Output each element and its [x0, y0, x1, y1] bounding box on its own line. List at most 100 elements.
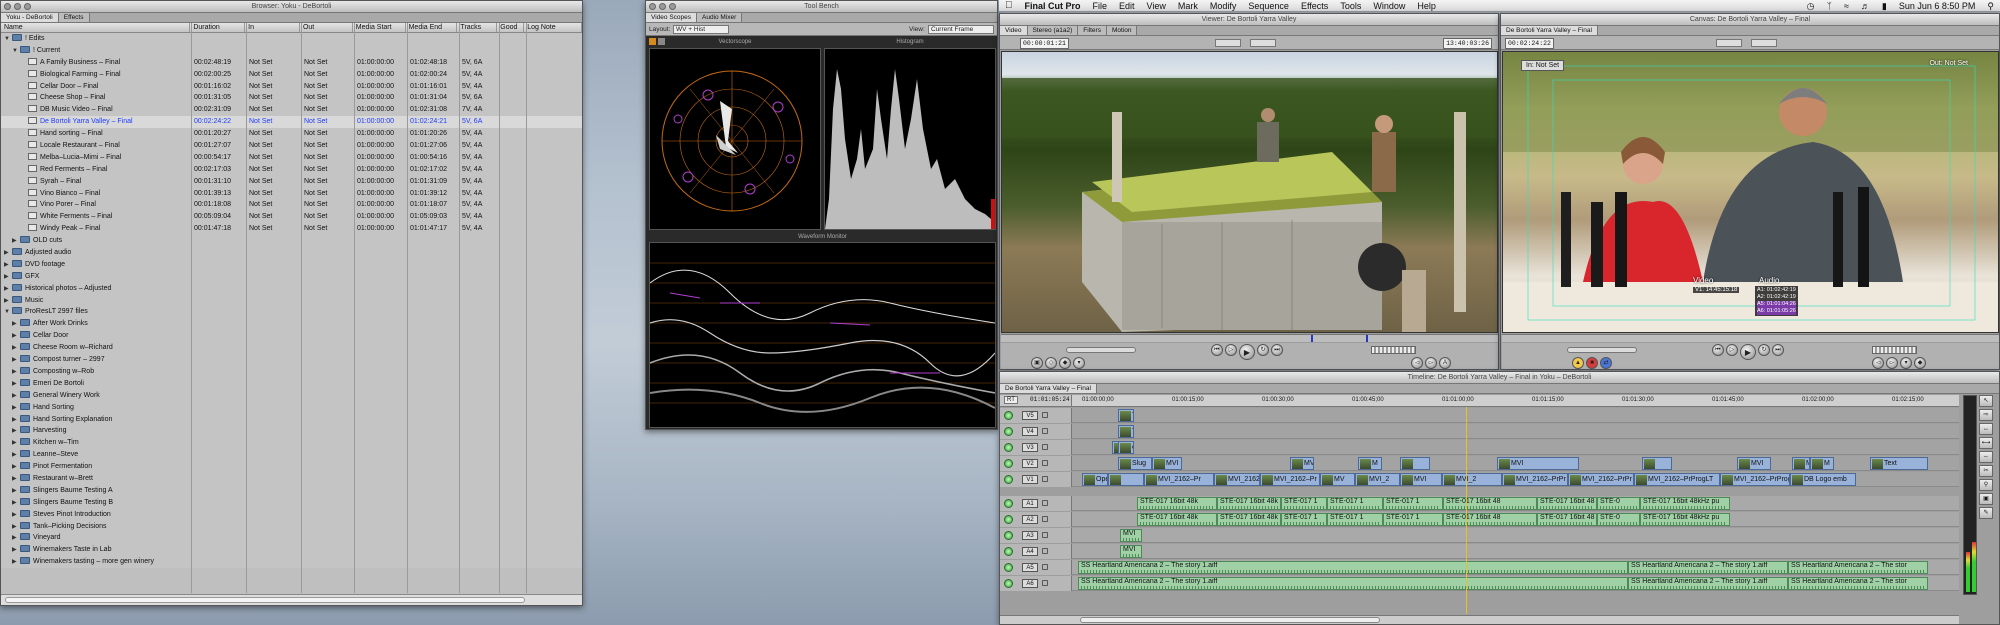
bin-row[interactable]: ▶ Historical photos – Adjusted [1, 283, 582, 295]
track-label[interactable]: A1 [1022, 499, 1038, 508]
good-column-header[interactable]: Good [497, 23, 525, 32]
prev-edit-button[interactable]: ⏮ [1712, 344, 1724, 356]
audio-clip[interactable]: STE-0 [1597, 513, 1640, 526]
shuttle-slider[interactable] [1066, 347, 1136, 353]
audio-clip[interactable]: SS Heartland Americana 2 – The story 1.a… [1628, 561, 1788, 574]
video-clip[interactable] [1108, 473, 1144, 486]
track-lock-icon[interactable] [1042, 500, 1048, 506]
ripple-tool-icon[interactable]: ↔ [1979, 423, 1993, 435]
track-label[interactable]: V2 [1022, 459, 1038, 468]
track-visibility-icon[interactable] [1004, 443, 1013, 452]
video-clip[interactable]: MVI_2162–Pr [1144, 473, 1214, 486]
video-clip[interactable]: DB Logo emb [1790, 473, 1856, 486]
track-visibility-icon[interactable] [1004, 475, 1013, 484]
bin-row[interactable]: ▶ Slingers Baume Testing A [1, 485, 582, 497]
add-marker-button[interactable]: ▾ [1073, 357, 1085, 369]
sequence-row[interactable]: Melba–Lucia–Mimi – Final 00:00:54:17 Not S… [1, 152, 582, 164]
video-clip[interactable]: MVI [1737, 457, 1771, 470]
audio-clip[interactable]: STE-017 16bit 48k [1137, 513, 1217, 526]
zoom-popup[interactable] [1215, 39, 1241, 47]
video-clip[interactable]: MVI [1290, 457, 1314, 470]
jog-wheel[interactable] [1872, 346, 1917, 354]
timeline-scrollbar[interactable] [1000, 615, 1959, 624]
video-clip[interactable]: MVI_2 [1442, 473, 1502, 486]
zoom-button[interactable] [24, 3, 31, 10]
mark-out-button[interactable]: ▻ [1425, 357, 1437, 369]
bin-row[interactable]: ▶ Adjusted audio [1, 247, 582, 259]
track-lock-icon[interactable] [1042, 564, 1048, 570]
time-machine-icon[interactable]: ◷ [1801, 0, 1821, 12]
play-around-button[interactable]: ↻ [1257, 344, 1269, 356]
viewer-scrubber[interactable] [1001, 334, 1498, 342]
menu-file[interactable]: File [1087, 0, 1114, 12]
video-clip[interactable]: Ope [1082, 473, 1108, 486]
play-around-button[interactable]: ↻ [1758, 344, 1770, 356]
name-column-header[interactable]: Name [1, 23, 191, 32]
track-lock-icon[interactable] [1042, 548, 1048, 554]
track-visibility-icon[interactable] [1004, 499, 1013, 508]
video-clip[interactable]: M [1358, 457, 1382, 470]
bin-row[interactable]: ▶ Kitchen w–Tim [1, 437, 582, 449]
bin-row[interactable]: ▶ OLD cuts [1, 235, 582, 247]
sequence-row[interactable]: Locale Restaurant – Final 00:01:27:07 Not … [1, 140, 582, 152]
menu-app[interactable]: Final Cut Pro [1019, 0, 1087, 12]
track-lock-icon[interactable] [1042, 412, 1048, 418]
overwrite-edit-button[interactable]: ■ [1586, 357, 1598, 369]
video-clip[interactable] [1400, 457, 1430, 470]
next-edit-button[interactable]: ⏭ [1772, 344, 1784, 356]
track-lock-icon[interactable] [1042, 532, 1048, 538]
video-clip[interactable]: crest [1118, 441, 1134, 454]
log-note-column-header[interactable]: Log Note [524, 23, 582, 32]
menu-help[interactable]: Help [1411, 0, 1442, 12]
audio-clip[interactable]: STE-017 1 [1327, 513, 1383, 526]
view-popup[interactable] [1250, 39, 1276, 47]
track-visibility-icon[interactable] [1004, 427, 1013, 436]
video-clip[interactable]: M [1792, 457, 1810, 470]
video-clip[interactable]: MVI_2 [1355, 473, 1400, 486]
bin-row[interactable]: ▶ Hand Sorting Explanation [1, 414, 582, 426]
next-edit-button[interactable]: ⏭ [1271, 344, 1283, 356]
track-label[interactable]: A6 [1022, 579, 1038, 588]
tab-audio-mixer[interactable]: Audio Mixer [697, 13, 743, 22]
viewer-duration[interactable]: 00:00:01:21 [1020, 38, 1069, 49]
zoom-button[interactable] [669, 3, 676, 10]
replace-edit-button[interactable]: ⇄ [1600, 357, 1612, 369]
add-keyframe-button[interactable]: ◆ [1914, 357, 1926, 369]
add-keyframe-button[interactable]: ◆ [1059, 357, 1071, 369]
audio-clip[interactable]: SS Heartland Americana 2 – The story 1.a… [1078, 561, 1628, 574]
bin-row[interactable]: ▶ Tank–Picking Decisions [1, 521, 582, 533]
media-end-column-header[interactable]: Media End [406, 23, 458, 32]
tab-effects[interactable]: Effects [58, 13, 90, 22]
wifi-icon[interactable]: ≈ [1838, 0, 1855, 12]
tab-stereo[interactable]: Stereo (a1a2) [1027, 26, 1079, 35]
out-column-header[interactable]: Out [300, 23, 353, 32]
track-label[interactable]: A5 [1022, 563, 1038, 572]
browser-scrollbar[interactable] [1, 594, 582, 605]
menu-sequence[interactable]: Sequence [1242, 0, 1295, 12]
play-button[interactable]: ▶ [1239, 344, 1255, 360]
sequence-row[interactable]: Cheese Shop – Final 00:01:31:05 Not Set Not… [1, 92, 582, 104]
sequence-row[interactable]: Cellar Door – Final 00:01:16:02 Not Set Not… [1, 81, 582, 93]
audio-clip[interactable]: STE-017 1 [1383, 497, 1443, 510]
bin-row[interactable]: ▶ After Work Drinks [1, 318, 582, 330]
audio-clip[interactable]: STE-017 16bit 48 [1537, 513, 1597, 526]
jog-wheel[interactable] [1371, 346, 1416, 354]
battery-icon[interactable]: ▮ [1876, 0, 1893, 12]
track-select-tool-icon[interactable]: ⇨ [1979, 409, 1993, 421]
video-clip[interactable]: MVI [1152, 457, 1182, 470]
tab-video[interactable]: Video [1000, 26, 1028, 35]
menu-window[interactable]: Window [1367, 0, 1411, 12]
audio-clip[interactable]: STE-017 16bit 48 [1443, 497, 1537, 510]
tool-bench-titlebar[interactable]: Tool Bench [646, 1, 997, 13]
playhead[interactable] [1466, 407, 1467, 614]
spotlight-icon[interactable]: ⚲ [1981, 0, 2000, 12]
bin-row[interactable]: ▼! Current [1, 45, 582, 57]
audio-clip[interactable]: STE-017 16bit 48 [1537, 497, 1597, 510]
bin-row[interactable]: ▶ DVD footage [1, 259, 582, 271]
bin-row[interactable]: ▶ Harvesting [1, 425, 582, 437]
video-clip[interactable] [1642, 457, 1672, 470]
audio-clip[interactable]: MVI [1120, 545, 1142, 558]
close-button[interactable] [4, 3, 11, 10]
sequence-row[interactable]: White Ferments – Final 00:05:09:04 Not Set… [1, 211, 582, 223]
canvas-scrubber[interactable] [1502, 334, 1999, 342]
